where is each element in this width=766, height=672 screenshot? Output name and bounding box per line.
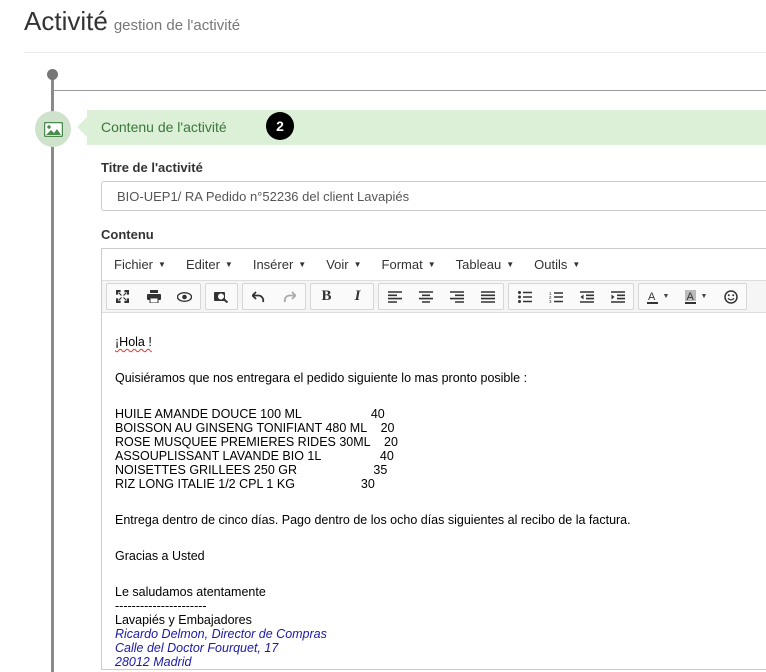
title-label: Titre de l'activité	[101, 160, 203, 175]
toolbar-group-format: B I	[310, 283, 374, 310]
outdent-icon[interactable]	[571, 284, 602, 309]
section-arrow	[77, 117, 87, 137]
toolbar-group-colors: A ▼ A ▼	[638, 283, 747, 310]
redo-icon[interactable]	[274, 284, 305, 309]
section-header: Contenu de l'activité 2	[77, 110, 766, 145]
image-icon	[43, 121, 63, 137]
header-divider	[24, 52, 766, 53]
timeline-image-icon	[35, 111, 71, 147]
toolbar-group-view	[106, 283, 201, 310]
editor-menubar: Fichier ▼ Editer ▼ Insérer ▼ Voir ▼ Format ▼ …	[102, 249, 766, 280]
company-text: Lavapiés y Embajadores	[115, 613, 252, 627]
emoticons-icon[interactable]	[715, 284, 746, 309]
background-color-icon[interactable]: A ▼	[677, 284, 715, 309]
order-line: BOISSON AU GINSENG TONIFIANT 480 ML 20	[115, 421, 395, 435]
toolbar-group-lists: 123	[508, 283, 634, 310]
svg-text:3: 3	[549, 299, 552, 303]
order-line: HUILE AMANDE DOUCE 100 ML 40	[115, 407, 385, 421]
page-subtitle: gestion de l'activité	[113, 17, 241, 34]
order-line: RIZ LONG ITALIE 1/2 CPL 1 KG 30	[115, 477, 375, 491]
editor-toolbar: B I 123 A ▼ A ▼	[102, 280, 766, 313]
menu-outils[interactable]: Outils ▼	[524, 257, 590, 272]
intro-text: Quisiéramos que nos entregara el pedido …	[115, 371, 528, 385]
caret-icon: ▼	[572, 260, 581, 269]
rich-text-editor[interactable]: Fichier ▼ Editer ▼ Insérer ▼ Voir ▼ Format ▼ …	[101, 248, 766, 670]
menu-editer[interactable]: Editer ▼	[176, 257, 243, 272]
page-title: Activité	[24, 6, 108, 36]
page-header: Activité gestion de l'activité	[24, 6, 240, 37]
bold-icon[interactable]: B	[311, 284, 342, 309]
content-label: Contenu	[101, 227, 154, 242]
svg-text:A: A	[686, 291, 694, 303]
separator-text: ----------------------	[115, 599, 207, 613]
order-line: ROSE MUSQUEE PREMIERES RIDES 30ML 20	[115, 435, 398, 449]
menu-inserer[interactable]: Insérer ▼	[243, 257, 316, 272]
italic-icon[interactable]: I	[342, 284, 373, 309]
order-line: ASSOUPLISSANT LAVANDE BIO 1L 40	[115, 449, 394, 463]
menu-voir[interactable]: Voir ▼	[316, 257, 371, 272]
caret-icon: ▼	[506, 260, 515, 269]
top-divider	[53, 90, 766, 91]
align-right-icon[interactable]	[441, 284, 472, 309]
greeting-text: ¡Hola !	[115, 335, 152, 349]
editor-content[interactable]: ¡Hola ! Quisiéramos que nos entregara el…	[115, 335, 755, 669]
menu-fichier[interactable]: Fichier ▼	[104, 257, 176, 272]
section-label: Contenu de l'activité	[101, 119, 227, 135]
print-icon[interactable]	[138, 284, 169, 309]
thanks-text: Gracias a Usted	[115, 549, 205, 563]
order-line: NOISETTES GRILLEES 250 GR 35	[115, 463, 388, 477]
toolbar-group-history	[242, 283, 306, 310]
signature-line: 28012 Madrid	[115, 655, 192, 669]
align-center-icon[interactable]	[410, 284, 441, 309]
caret-icon: ▼	[298, 260, 307, 269]
title-input[interactable]	[101, 181, 766, 211]
preview-icon[interactable]	[169, 284, 200, 309]
menu-tableau[interactable]: Tableau ▼	[446, 257, 524, 272]
undo-icon[interactable]	[243, 284, 274, 309]
signature-line: Ricardo Delmon, Director de Compras	[115, 627, 327, 641]
timeline-start-dot	[47, 69, 58, 80]
justify-icon[interactable]	[472, 284, 503, 309]
align-left-icon[interactable]	[379, 284, 410, 309]
bullet-list-icon[interactable]	[509, 284, 540, 309]
toolbar-group-align	[378, 283, 504, 310]
closing-text: Le saludamos atentamente	[115, 585, 266, 599]
numbered-list-icon[interactable]: 123	[540, 284, 571, 309]
step-badge: 2	[266, 112, 294, 140]
caret-icon: ▼	[427, 260, 436, 269]
caret-icon: ▼	[353, 260, 362, 269]
caret-icon: ▼	[224, 260, 233, 269]
indent-icon[interactable]	[602, 284, 633, 309]
svg-text:A: A	[648, 291, 656, 303]
menu-format[interactable]: Format ▼	[372, 257, 446, 272]
text-color-icon[interactable]: A ▼	[639, 284, 677, 309]
signature-line: Calle del Doctor Fourquet, 17	[115, 641, 279, 655]
caret-icon: ▼	[158, 260, 166, 269]
find-icon[interactable]	[206, 284, 237, 309]
fullscreen-icon[interactable]	[107, 284, 138, 309]
toolbar-group-find	[205, 283, 238, 310]
delivery-text: Entrega dentro de cinco días. Pago dentr…	[115, 513, 631, 527]
timeline-line	[51, 72, 54, 672]
